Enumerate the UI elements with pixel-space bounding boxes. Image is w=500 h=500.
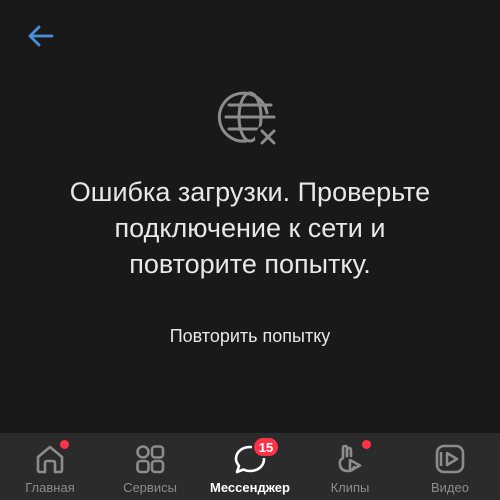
video-play-icon: [435, 444, 465, 474]
notification-dot: [58, 438, 71, 451]
bottom-tab-bar: Главная Сервисы 15 Мессенджер Клипы Виде…: [0, 433, 500, 500]
tab-label: Клипы: [330, 480, 370, 495]
unread-count-badge: 15: [252, 436, 280, 458]
tab-clips[interactable]: Клипы: [300, 433, 400, 500]
tab-services[interactable]: Сервисы: [100, 433, 200, 500]
globe-offline-icon: [217, 91, 281, 150]
notification-dot: [360, 438, 373, 451]
tab-messenger[interactable]: 15 Мессенджер: [200, 433, 300, 500]
tab-home[interactable]: Главная: [0, 433, 100, 500]
app-screen: Ошибка загрузки. Проверьте подключение к…: [0, 0, 500, 500]
error-state: Ошибка загрузки. Проверьте подключение к…: [0, 82, 500, 353]
tab-label: Сервисы: [123, 480, 177, 495]
error-message: Ошибка загрузки. Проверьте подключение к…: [69, 177, 431, 279]
arrow-left-icon: [28, 25, 54, 47]
retry-button[interactable]: Повторить попытку: [160, 320, 341, 353]
services-grid-icon: [136, 445, 165, 474]
tab-label: Видео: [431, 480, 469, 495]
tab-label: Главная: [25, 480, 75, 495]
tab-label: Мессенджер: [210, 480, 290, 495]
back-button[interactable]: [24, 22, 56, 50]
tab-video[interactable]: Видео: [400, 433, 500, 500]
